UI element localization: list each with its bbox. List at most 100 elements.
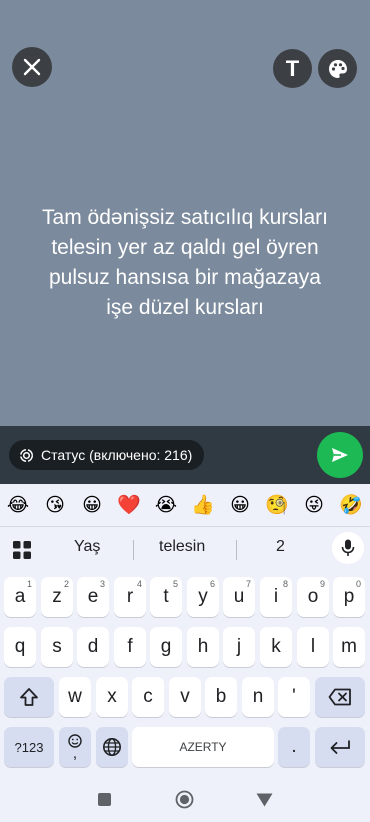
key-z[interactable]: 2z: [41, 577, 73, 617]
key-hint: 4: [136, 579, 142, 589]
key-g[interactable]: g: [150, 627, 182, 667]
key-label: c: [143, 686, 153, 707]
key-apostrophe[interactable]: ': [278, 677, 310, 717]
key-label: i: [273, 586, 279, 607]
status-ring-icon: [19, 448, 34, 462]
period-key[interactable]: .: [278, 727, 310, 767]
privacy-button[interactable]: Статус (включено: 216): [9, 440, 205, 470]
key-h[interactable]: h: [187, 627, 219, 667]
send-icon: [332, 448, 348, 462]
emoji-rofl[interactable]: 🤣: [339, 493, 363, 517]
key-u[interactable]: 7u: [223, 577, 255, 617]
emoji-thumbs-up[interactable]: 👍: [191, 493, 215, 517]
key-label: l: [310, 636, 316, 657]
key-label: ': [292, 686, 296, 707]
key-w[interactable]: w: [59, 677, 91, 717]
voice-input-button[interactable]: [332, 532, 364, 564]
suggestion-2[interactable]: telesin: [159, 538, 205, 556]
key-e[interactable]: 3e: [77, 577, 109, 617]
key-o[interactable]: 9o: [297, 577, 329, 617]
text-tool-label: T: [285, 55, 300, 81]
key-c[interactable]: c: [132, 677, 164, 717]
key-y[interactable]: 6y: [187, 577, 219, 617]
key-hint: 5: [172, 579, 178, 589]
key-hint: 2: [63, 579, 69, 589]
key-d[interactable]: d: [77, 627, 109, 667]
emoji-grin[interactable]: 😀: [80, 493, 104, 517]
key-n[interactable]: n: [242, 677, 274, 717]
key-label: y: [198, 586, 208, 607]
key-label: s: [52, 636, 62, 657]
key-q[interactable]: q: [4, 627, 36, 667]
key-label: q: [14, 636, 26, 657]
key-k[interactable]: k: [260, 627, 292, 667]
enter-key[interactable]: [315, 727, 365, 767]
emoji-monocle[interactable]: 🧐: [265, 493, 289, 517]
emoji-kiss[interactable]: 😘: [43, 493, 67, 517]
key-x[interactable]: x: [96, 677, 128, 717]
key-label: x: [107, 686, 117, 707]
key-m[interactable]: m: [333, 627, 365, 667]
space-label: AZERTY: [179, 740, 227, 754]
key-s[interactable]: s: [41, 627, 73, 667]
language-key[interactable]: [96, 727, 128, 767]
key-label: z: [52, 586, 62, 607]
key-label: j: [236, 636, 242, 657]
key-a[interactable]: 1a: [4, 577, 36, 617]
globe-icon: [103, 738, 121, 756]
key-hint: 3: [99, 579, 105, 589]
key-hint: 0: [355, 579, 361, 589]
system-navigation-bar: [0, 768, 370, 822]
key-label: m: [341, 636, 357, 657]
status-text[interactable]: Tam ödənişsiz satıcılıq kursları telesin…: [20, 203, 350, 323]
shift-icon: [20, 688, 38, 706]
symbols-label: ?123: [14, 739, 44, 755]
backspace-key[interactable]: [315, 677, 365, 717]
suggestion-1[interactable]: Yaş: [74, 538, 100, 556]
emoji-key[interactable]: ,: [59, 727, 91, 767]
backspace-icon: [328, 688, 351, 706]
key-v[interactable]: v: [169, 677, 201, 717]
key-label: h: [197, 636, 209, 657]
privacy-label: Статус (включено: 216): [41, 447, 193, 463]
key-label: f: [127, 636, 133, 657]
key-p[interactable]: 0p: [333, 577, 365, 617]
key-label: g: [160, 636, 172, 657]
key-label: b: [215, 686, 227, 707]
apps-grid-icon[interactable]: [12, 540, 32, 560]
key-label: p: [343, 586, 355, 607]
key-hint: 7: [245, 579, 251, 589]
space-key[interactable]: AZERTY: [132, 727, 274, 767]
emoji-joy[interactable]: 😂: [6, 493, 30, 517]
emoji-smile[interactable]: 😀: [228, 493, 252, 517]
send-button[interactable]: [317, 432, 363, 478]
text-tool-button[interactable]: T: [273, 49, 312, 88]
close-button[interactable]: [12, 47, 52, 87]
color-palette-button[interactable]: [318, 49, 357, 88]
back-button[interactable]: [256, 793, 273, 807]
key-j[interactable]: j: [223, 627, 255, 667]
period-label: .: [291, 736, 297, 757]
emoji-heart[interactable]: ❤️: [117, 493, 141, 517]
microphone-icon: [341, 539, 355, 556]
key-l[interactable]: l: [297, 627, 329, 667]
close-icon: [23, 58, 41, 76]
shift-key[interactable]: [4, 677, 54, 717]
symbols-key[interactable]: ?123: [4, 727, 54, 767]
palette-icon: [328, 59, 347, 78]
suggestion-3[interactable]: 2: [276, 538, 285, 556]
key-label: d: [87, 636, 99, 657]
key-b[interactable]: b: [205, 677, 237, 717]
key-label: w: [68, 686, 82, 707]
key-label: n: [252, 686, 264, 707]
emoji-sob[interactable]: 😭: [154, 493, 178, 517]
recents-button[interactable]: [98, 793, 111, 806]
key-r[interactable]: 4r: [114, 577, 146, 617]
key-label: t: [163, 586, 169, 607]
key-i[interactable]: 8i: [260, 577, 292, 617]
home-button[interactable]: [175, 790, 194, 809]
key-f[interactable]: f: [114, 627, 146, 667]
key-t[interactable]: 5t: [150, 577, 182, 617]
emoji-wink-tongue[interactable]: 😜: [302, 493, 326, 517]
word-suggestion-row: Yaş telesin 2: [0, 527, 370, 573]
